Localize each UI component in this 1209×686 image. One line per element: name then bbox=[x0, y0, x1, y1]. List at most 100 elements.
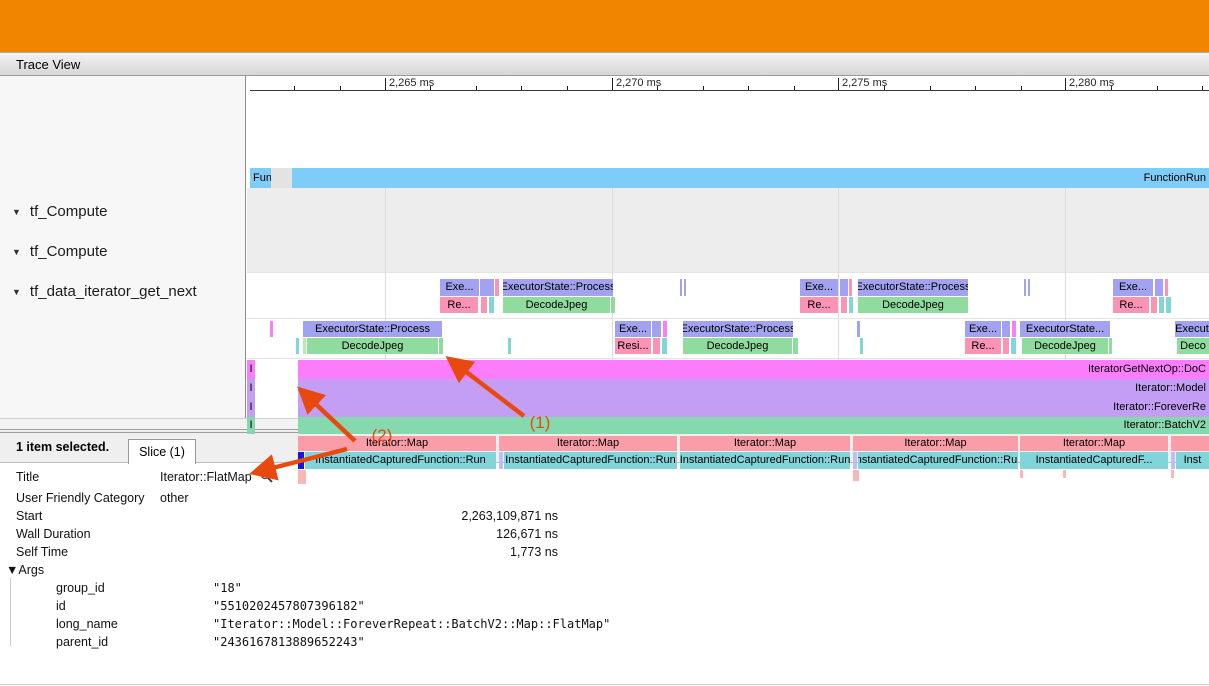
trace-slice[interactable]: InstantiatedCapturedFunction::Run bbox=[305, 452, 496, 469]
trace-slice[interactable] bbox=[495, 279, 499, 296]
trace-slice[interactable]: Re... bbox=[965, 338, 1001, 354]
sidebar-track-tf-Compute[interactable]: ▼tf_Compute bbox=[12, 203, 107, 220]
magnifier-icon[interactable] bbox=[260, 470, 273, 486]
trace-slice[interactable] bbox=[652, 321, 661, 337]
trace-slice[interactable]: Iterator::BatchV2 bbox=[298, 417, 1209, 434]
trace-slice[interactable]: Re... bbox=[800, 297, 838, 313]
collapse-triangle-icon: ▼ bbox=[12, 207, 21, 217]
trace-slice[interactable]: Exe... bbox=[965, 321, 1001, 337]
trace-slice[interactable]: Inst bbox=[1176, 452, 1209, 469]
trace-slice[interactable]: DecodeJpeg bbox=[858, 297, 968, 313]
trace-slice[interactable] bbox=[1151, 297, 1157, 313]
trace-slice[interactable]: IteratorGetNextOp::DoC bbox=[298, 360, 1209, 379]
ruler-tick-label: 2,280 ms bbox=[1069, 77, 1114, 89]
trace-slice[interactable]: Iterator::Map bbox=[853, 436, 1018, 451]
trace-slice[interactable]: Deco bbox=[1177, 338, 1209, 354]
trace-slice[interactable]: I bbox=[247, 360, 255, 379]
trace-slice[interactable] bbox=[663, 321, 667, 337]
trace-slice[interactable] bbox=[1165, 279, 1168, 296]
trace-slice[interactable] bbox=[1003, 338, 1009, 354]
trace-slice[interactable]: Re... bbox=[440, 297, 478, 313]
trace-slice[interactable] bbox=[303, 338, 306, 354]
trace-slice[interactable]: InstantiatedCapturedFunction::Run bbox=[858, 452, 1018, 469]
trace-view-titlebar: Trace View bbox=[0, 52, 1209, 76]
trace-slice[interactable]: Exe... bbox=[800, 279, 838, 296]
trace-slice[interactable]: ExecutorState::Process bbox=[858, 279, 968, 296]
trace-slice[interactable]: Iterator::Model bbox=[298, 379, 1209, 398]
trace-slice[interactable]: Fun bbox=[250, 168, 271, 188]
trace-slice[interactable] bbox=[611, 297, 615, 313]
trace-slice[interactable]: I bbox=[247, 379, 255, 398]
trace-slice[interactable] bbox=[662, 338, 667, 354]
trace-slice[interactable] bbox=[439, 338, 443, 354]
trace-slice[interactable]: Resi... bbox=[615, 338, 651, 354]
trace-slice[interactable] bbox=[853, 470, 859, 481]
trace-slice[interactable] bbox=[1028, 279, 1030, 296]
trace-slice[interactable]: Re... bbox=[1113, 297, 1149, 313]
trace-slice[interactable]: InstantiatedCapturedFunction::Run bbox=[504, 452, 677, 469]
trace-slice[interactable] bbox=[298, 470, 306, 484]
trace-slice[interactable]: Iterator::ForeverRe bbox=[298, 398, 1209, 417]
trace-slice[interactable] bbox=[653, 338, 660, 354]
args-section-toggle[interactable]: ▼Args bbox=[6, 563, 44, 577]
sidebar-track-tf-Compute[interactable]: ▼tf_Compute bbox=[12, 243, 107, 260]
trace-slice[interactable] bbox=[684, 279, 686, 296]
sidebar-track-tf-data-iterator-get-next[interactable]: ▼tf_data_iterator_get_next bbox=[12, 283, 197, 300]
trace-slice[interactable]: Iterator::Map bbox=[499, 436, 677, 451]
trace-slice[interactable] bbox=[489, 297, 494, 313]
trace-slice[interactable] bbox=[480, 279, 494, 296]
trace-slice[interactable] bbox=[840, 279, 848, 296]
trace-slice[interactable]: DecodeJpeg bbox=[307, 338, 438, 354]
trace-slice[interactable]: DecodeJpeg bbox=[1022, 338, 1108, 354]
trace-slice[interactable]: Iterator::Map bbox=[680, 436, 850, 451]
trace-slice[interactable] bbox=[849, 297, 853, 313]
trace-slice[interactable] bbox=[1109, 338, 1112, 354]
trace-slice[interactable] bbox=[1171, 452, 1175, 469]
trace-slice[interactable]: Iterator::Map bbox=[298, 436, 496, 451]
trace-slice[interactable] bbox=[1011, 338, 1016, 354]
trace-slice[interactable]: FunctionRun bbox=[292, 168, 1209, 188]
trace-slice[interactable] bbox=[1024, 279, 1026, 296]
args-key: group_id bbox=[56, 581, 105, 595]
trace-slice[interactable]: I bbox=[247, 417, 255, 434]
trace-slice[interactable] bbox=[499, 452, 503, 469]
annotation-label: (1) bbox=[530, 413, 551, 433]
trace-slice[interactable] bbox=[1020, 470, 1023, 478]
trace-slice[interactable]: DecodeJpeg bbox=[503, 297, 610, 313]
trace-slice[interactable] bbox=[270, 321, 273, 337]
trace-slice[interactable]: I bbox=[247, 398, 255, 417]
trace-slice[interactable]: ExecutorState::Process bbox=[303, 321, 442, 337]
trace-slice[interactable] bbox=[1002, 321, 1010, 337]
trace-slice[interactable] bbox=[841, 297, 847, 313]
trace-slice[interactable] bbox=[1063, 470, 1066, 478]
trace-slice[interactable] bbox=[298, 452, 304, 469]
trace-slice[interactable] bbox=[849, 279, 852, 296]
trace-slice[interactable]: ExecutorState::Process bbox=[683, 321, 793, 337]
trace-slice[interactable]: Exe... bbox=[440, 279, 479, 296]
trace-slice[interactable] bbox=[481, 297, 487, 313]
trace-slice[interactable] bbox=[793, 338, 798, 354]
trace-slice[interactable] bbox=[508, 338, 511, 354]
trace-slice[interactable] bbox=[296, 338, 299, 354]
trace-slice[interactable]: Exe... bbox=[1113, 279, 1153, 296]
trace-slice[interactable]: InstantiatedCapturedFunction::Run bbox=[680, 452, 850, 469]
trace-slice[interactable] bbox=[857, 321, 860, 337]
trace-slice[interactable] bbox=[853, 452, 857, 469]
trace-slice[interactable] bbox=[1155, 279, 1163, 296]
trace-slice[interactable] bbox=[1012, 321, 1016, 337]
trace-slice[interactable]: InstantiatedCapturedF... bbox=[1020, 452, 1168, 469]
trace-slice[interactable]: ExecutorState... bbox=[1020, 321, 1110, 337]
trace-slice[interactable] bbox=[1159, 297, 1164, 313]
trace-slice[interactable] bbox=[1171, 436, 1209, 451]
trace-slice[interactable] bbox=[860, 338, 863, 354]
trace-slice[interactable]: Execut bbox=[1175, 321, 1209, 337]
trace-slice[interactable]: Exe... bbox=[615, 321, 651, 337]
trace-slice[interactable] bbox=[1166, 297, 1171, 313]
tab-slice[interactable]: Slice (1) bbox=[128, 439, 196, 464]
trace-slice[interactable]: Iterator::Map bbox=[1020, 436, 1168, 451]
detail-value: 1,773 ns bbox=[160, 545, 558, 559]
trace-slice[interactable] bbox=[680, 279, 682, 296]
trace-slice[interactable]: DecodeJpeg bbox=[683, 338, 792, 354]
trace-slice[interactable]: ExecutorState::Process bbox=[503, 279, 613, 296]
trace-slice[interactable] bbox=[1171, 470, 1174, 478]
